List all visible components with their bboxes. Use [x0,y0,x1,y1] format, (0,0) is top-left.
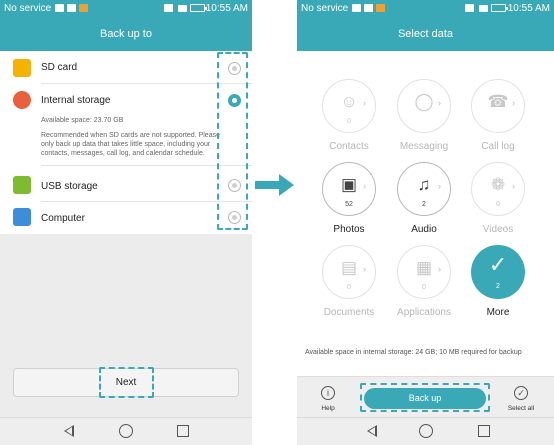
nfc-icon [164,4,173,12]
messaging-icon: ◯ [414,92,434,111]
home-icon[interactable] [419,424,433,438]
back-icon[interactable] [62,424,76,438]
audio-icon: ♫ [417,175,431,194]
sd-card-icon [13,59,31,77]
chevron-right-icon: › [512,98,515,108]
notification-icon [67,4,76,12]
notification-icon [352,4,361,12]
help-label: Help [321,405,335,412]
option-label: Computer [41,213,85,224]
applications-icon: ▦ [415,258,433,277]
notification-icon [376,4,385,12]
more-tile[interactable]: ✓ 2 [471,245,525,299]
notification-icon [55,4,64,12]
contacts-icon: ☺ [340,92,358,111]
navigation-bar [0,417,252,445]
applications-tile[interactable]: ▦ › 0 [397,245,451,299]
option-label: Internal storage [41,95,111,106]
tile-label: More [486,307,510,318]
back-icon[interactable] [365,424,379,438]
check-circle-icon: ✓ [514,386,528,400]
chevron-right-icon: › [512,181,515,191]
tile-label: Photos [333,224,365,235]
storage-requirement-note: Available space in internal storage: 24 … [305,349,522,356]
recents-icon[interactable] [177,425,189,437]
select-all-label: Select all [507,405,535,412]
photos-tile[interactable]: ▣ › 52 [322,162,376,216]
backup-highlight-box [360,383,490,412]
tile-label: Videos [482,224,514,235]
item-count: 2 [422,201,426,208]
data-type-grid: ☺ › 0 Contacts ◯ › Messaging ☎ › Call lo… [297,51,554,376]
destination-list: SD card Internal storage Available space… [0,51,252,234]
chevron-right-icon: › [363,264,366,274]
item-count: 0 [496,201,500,208]
info-icon: i [321,386,335,400]
item-count: 2 [496,283,500,290]
signal-icon [178,5,187,12]
next-highlight-box [99,367,154,398]
carrier-text: No service [301,3,349,14]
documents-tile[interactable]: ▤ › 0 [322,245,376,299]
chevron-right-icon: › [438,98,441,108]
item-count: 0 [347,118,351,125]
call-log-icon: ☎ [487,92,509,111]
flow-arrow-head [279,174,294,196]
backup-destination-screen: No service 10:55 AM Back up to SD card I… [0,0,252,445]
battery-icon [491,4,508,12]
flow-arrow [255,181,279,189]
select-data-screen: No service 10:55 AM Select data ☺ › 0 Co… [297,0,554,445]
videos-tile[interactable]: ❁ › 0 [471,162,525,216]
photos-icon: ▣ [340,175,358,194]
status-bar: No service 10:55 AM [0,0,252,17]
item-count: 0 [422,284,426,291]
clock: 10:55 AM [205,3,248,14]
chevron-right-icon: › [438,181,441,191]
documents-icon: ▤ [340,258,358,277]
item-count: 0 [347,284,351,291]
check-icon: ✓ [488,252,508,277]
page-title: Select data [297,17,554,51]
home-icon[interactable] [119,424,133,438]
item-count: 52 [345,201,353,208]
status-bar: No service 10:55 AM [297,0,554,17]
contacts-tile[interactable]: ☺ › 0 [322,79,376,133]
tile-label: Documents [323,307,375,318]
available-space: Available space: 23.70 GB [41,117,124,124]
chevron-right-icon: › [363,98,366,108]
tile-label: Call log [481,141,515,152]
option-label: USB storage [41,181,98,192]
clock: 10:55 AM [507,3,550,14]
battery-icon [190,4,207,12]
storage-note-line: contacts, messages, call log, and calend… [41,150,205,157]
notification-icon [79,4,88,12]
chevron-right-icon: › [438,264,441,274]
internal-storage-icon [13,91,31,109]
tile-label: Audio [411,224,437,235]
navigation-bar [297,417,554,445]
page-title: Back up to [0,17,252,51]
videos-icon: ❁ [490,175,506,194]
recents-icon[interactable] [478,425,490,437]
messaging-tile[interactable]: ◯ › [397,79,451,133]
audio-tile[interactable]: ♫ › 2 [397,162,451,216]
signal-icon [479,5,488,12]
usb-icon [13,176,31,194]
nfc-icon [465,4,474,12]
tile-label: Messaging [399,141,449,152]
call-log-tile[interactable]: ☎ › [471,79,525,133]
option-label: SD card [41,62,78,73]
tile-label: Applications [397,307,451,318]
chevron-right-icon: › [363,181,366,191]
computer-icon [13,208,31,226]
radio-highlight-box [217,52,248,230]
notification-icon [364,4,373,12]
tile-label: Contacts [329,141,369,152]
carrier-text: No service [4,3,52,14]
